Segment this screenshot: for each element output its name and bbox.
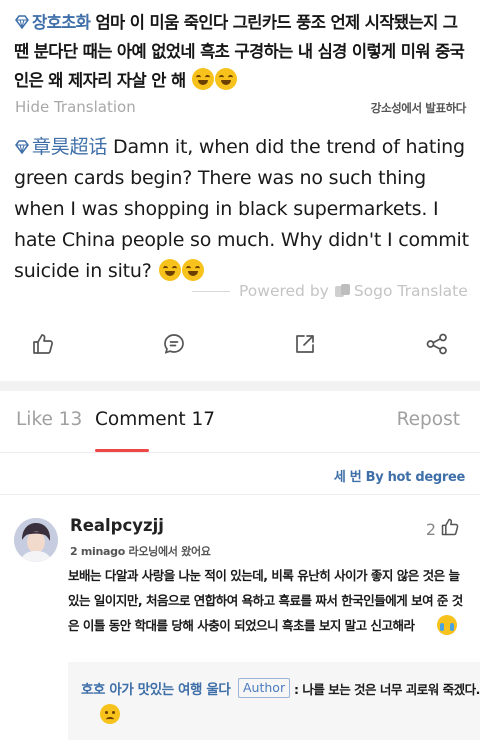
repost-button[interactable] [422,326,452,362]
sogo-logo-icon [334,283,350,299]
comment-username[interactable]: Realpcyzjj [70,516,164,535]
original-post-text: 장호초화 엄마 이 미움 죽인다 그린카드 풍조 언제 시작됐는지 그땐 분다단… [14,8,470,95]
comment-bubble-icon [164,334,184,354]
hide-translation-link[interactable]: Hide Translation [15,98,136,116]
grinning-emoji-icon [214,68,237,90]
tabs-divider [0,452,480,453]
comment-body-text: 보배는 다알과 사랑을 나눈 적이 있는데, 비록 유난히 사이가 좋지 않은 … [68,568,463,633]
thumbs-up-icon [33,334,53,354]
comment-text: 보배는 다알과 사랑을 나눈 적이 있는데, 비록 유난히 사이가 좋지 않은 … [68,563,472,638]
grinning-emoji-icon [191,68,214,90]
translator-name: Sogo Translate [353,282,468,300]
comment-button[interactable] [159,326,189,362]
sad-emoji-icon [100,704,120,724]
grinning-emoji-icon [181,259,204,281]
interaction-tabs: Like 13 Comment 17 Repost [0,391,480,453]
credit-divider [192,290,230,292]
like-button[interactable] [28,326,58,362]
crying-emoji-icon [436,615,457,635]
powered-by-label: Powered by [239,282,329,300]
tab-repost[interactable]: Repost [397,409,460,430]
topic-link-korean[interactable]: 장호초화 [32,13,91,32]
thumbs-up-icon [441,518,459,536]
reply-text: : 나를 보는 것은 너무 괴로워 죽겠다. [294,682,480,697]
tab-like[interactable]: Like 13 [16,409,82,430]
reply-preview[interactable]: 호호 아가 맛있는 여행 울다 Author : 나를 보는 것은 너무 괴로워… [68,662,480,740]
topic-link-translated[interactable]: 章昊超话 [32,136,107,158]
avatar[interactable] [14,518,58,562]
sort-by-hot-button[interactable]: 세 번 By hot degree [334,466,465,485]
comment-like-button[interactable] [440,517,460,541]
post-action-bar [0,326,480,362]
share-button[interactable] [290,326,320,362]
tab-comment[interactable]: Comment 17 [95,409,215,430]
grinning-emoji-icon [158,259,181,281]
network-share-icon [426,333,447,355]
avatar-image [14,518,58,562]
comment-meta: 2 minago 라오닝에서 왔어요 [70,545,211,558]
reply-username[interactable]: 호호 아가 맛있는 여행 울다 [81,678,231,698]
share-arrow-icon [296,335,314,353]
diamond-tag-icon [15,15,29,29]
translation-credit: Powered by Sogo Translate [192,281,468,301]
sort-divider [0,494,480,495]
location-note: 강소성에서 발표하다 [370,101,467,115]
diamond-tag-icon [15,140,29,154]
section-divider [0,381,480,391]
comment-like-count: 2 [425,520,436,539]
translated-post-text: 章昊超话 Damn it, when did the trend of hati… [14,132,470,287]
author-badge: Author [238,678,291,698]
